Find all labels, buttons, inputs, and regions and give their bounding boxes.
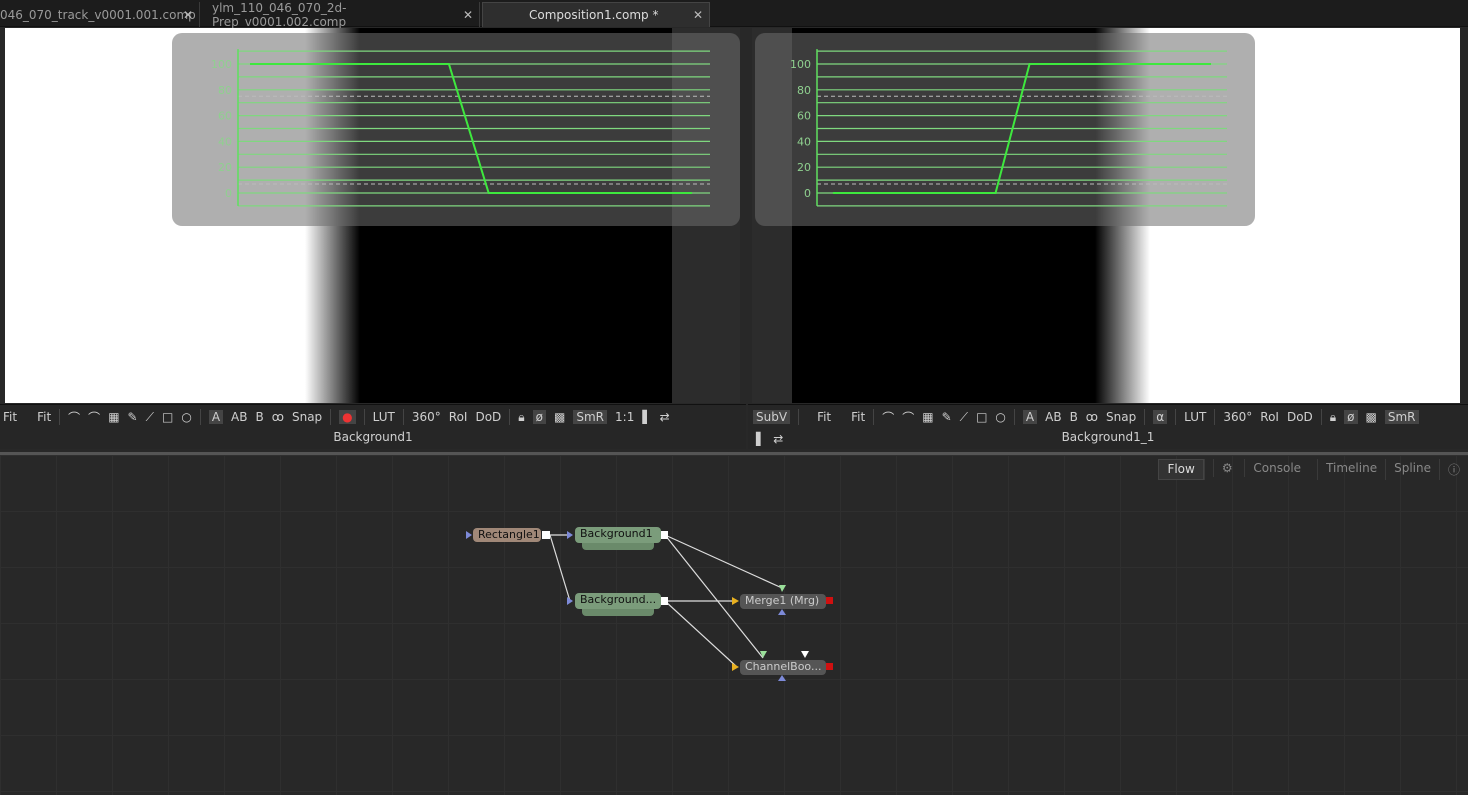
y-tick-label: 0 (225, 187, 232, 200)
waveform-overlay: 0 20 40 60 80 100 (755, 33, 1255, 226)
bspline-icon[interactable]: ⌒ (88, 409, 100, 426)
node-channelbooleans[interactable]: ChannelBoo... (740, 660, 826, 675)
viewer-name: Background1_1 (1061, 430, 1155, 444)
disable-icon[interactable]: ø (532, 410, 547, 424)
polyline-icon[interactable]: ⌒ (882, 409, 894, 426)
paint-icon[interactable]: ✎ (942, 410, 952, 424)
view-ab-button[interactable]: AB (231, 410, 247, 424)
waveform-chart: 0 20 40 60 80 100 (790, 49, 1227, 207)
tab-label: 046_070_track_v0001.001.comp (0, 7, 196, 22)
checker-icon[interactable]: ▩ (554, 410, 565, 424)
grid-icon[interactable]: ▦ (922, 410, 933, 424)
rectangle-icon[interactable]: □ (162, 410, 173, 424)
stereo-icon[interactable]: ꝏ (1086, 410, 1098, 424)
y-tick-label: 20 (797, 161, 811, 174)
360-button[interactable]: 360° (412, 410, 441, 424)
grid-icon[interactable]: ▦ (108, 410, 119, 424)
y-tick-label: 20 (218, 161, 232, 174)
lock-icon[interactable]: 🔒︎ (1330, 410, 1336, 425)
fit-button[interactable]: Fit (817, 410, 831, 424)
tab-composition1[interactable]: Composition1.comp * ✕ (482, 2, 710, 27)
view-b-button[interactable]: B (1070, 410, 1078, 424)
levels-icon[interactable]: ▌ (642, 410, 651, 424)
dod-button[interactable]: DoD (475, 410, 501, 424)
dod-button[interactable]: DoD (1287, 410, 1313, 424)
connections (466, 531, 833, 681)
wand-icon[interactable]: ⟋ (960, 410, 968, 425)
snap-button[interactable]: Snap (1106, 410, 1136, 424)
tab-label: ylm_110_046_070_2d-Prep_v0001.002.comp (212, 0, 347, 29)
y-tick-label: 0 (804, 187, 811, 200)
circle-icon[interactable]: ○ (995, 410, 1005, 424)
viewer-toolbar-right: SubV Fit Fit ⌒ ⌒ ▦ ✎ ⟋ □ ○ A AB Bꝏ Snap α LUT 36… (748, 404, 1468, 449)
y-tick-label: 80 (218, 84, 232, 97)
y-tick-label: 40 (218, 135, 232, 148)
fit-button[interactable]: Fit (3, 410, 17, 424)
bspline-icon[interactable]: ⌒ (902, 409, 914, 426)
node-background1[interactable]: Background1 (575, 527, 661, 543)
flow-panel[interactable]: Flow ⚙ Console Timeline Spline ⓘ Rectang… (0, 452, 1468, 795)
y-tick-label: 100 (790, 58, 811, 71)
snap-button[interactable]: Snap (292, 410, 322, 424)
close-icon[interactable]: ✕ (183, 8, 193, 22)
view-ab-button[interactable]: AB (1045, 410, 1061, 424)
color-channels-icon[interactable]: ● (339, 410, 356, 424)
view-a-button[interactable]: A (1022, 410, 1038, 424)
y-tick-label: 80 (797, 84, 811, 97)
disable-icon[interactable]: ø (1344, 410, 1358, 424)
rectangle-icon[interactable]: □ (976, 410, 987, 424)
lut-button[interactable]: LUT (373, 410, 395, 424)
lut-button[interactable]: LUT (1184, 410, 1206, 424)
node-merge1[interactable]: Merge1 (Mrg) (740, 594, 826, 609)
close-icon[interactable]: ✕ (463, 8, 473, 22)
view-b-button[interactable]: B (256, 410, 264, 424)
wand-icon[interactable]: ⟋ (146, 410, 154, 425)
one-to-one-button[interactable]: 1:1 (615, 410, 634, 424)
360-button[interactable]: 360° (1223, 410, 1252, 424)
y-tick-label: 100 (211, 58, 232, 71)
smr-button[interactable]: SmR (1384, 410, 1419, 424)
lock-icon[interactable]: 🔒︎ (518, 410, 524, 425)
waveform-chart: 0 20 40 60 80 100 (211, 49, 710, 207)
y-tick-label: 60 (797, 110, 811, 123)
document-tab-bar: 046_070_track_v0001.001.comp ✕ ylm_110_04… (0, 0, 1468, 29)
checker-icon[interactable]: ▩ (1366, 410, 1377, 424)
waveform-overlay: 0 20 40 60 80 100 (172, 33, 740, 226)
circle-icon[interactable]: ○ (181, 410, 191, 424)
node-rectangle1[interactable]: Rectangle1 (473, 528, 541, 542)
viewer-toolbar-left: Fit Fit ⌒ ⌒ ▦ ✎ ⟋ □ ○ A AB Bꝏ Snap ● LUT 360° RoI… (0, 404, 746, 449)
view-a-button[interactable]: A (208, 410, 224, 424)
options-icon[interactable]: ⇄ (660, 410, 670, 424)
fit-button[interactable]: Fit (851, 410, 865, 424)
roi-button[interactable]: RoI (449, 410, 468, 424)
tab-label: Composition1.comp * (529, 8, 659, 22)
alpha-channel-button[interactable]: α (1153, 410, 1168, 424)
roi-button[interactable]: RoI (1260, 410, 1279, 424)
close-icon[interactable]: ✕ (693, 8, 703, 22)
smr-button[interactable]: SmR (573, 410, 608, 424)
viewer-right[interactable]: 0 20 40 60 80 100 (752, 28, 1460, 403)
viewer-left[interactable]: 0 20 40 60 80 100 (5, 28, 740, 403)
tab-track-comp[interactable]: 046_070_track_v0001.001.comp ✕ (0, 2, 200, 27)
tab-prep-comp[interactable]: ylm_110_046_070_2d-Prep_v0001.002.comp ✕ (200, 0, 480, 29)
node-background1-1[interactable]: Background... (575, 593, 661, 609)
y-tick-label: 60 (218, 110, 232, 123)
y-tick-label: 40 (797, 135, 811, 148)
viewer-name: Background1 (333, 430, 413, 444)
stereo-icon[interactable]: ꝏ (272, 410, 284, 424)
polyline-icon[interactable]: ⌒ (68, 409, 80, 426)
fit-button[interactable]: Fit (37, 410, 51, 424)
paint-icon[interactable]: ✎ (128, 410, 138, 424)
subview-button[interactable]: SubV (753, 410, 791, 424)
